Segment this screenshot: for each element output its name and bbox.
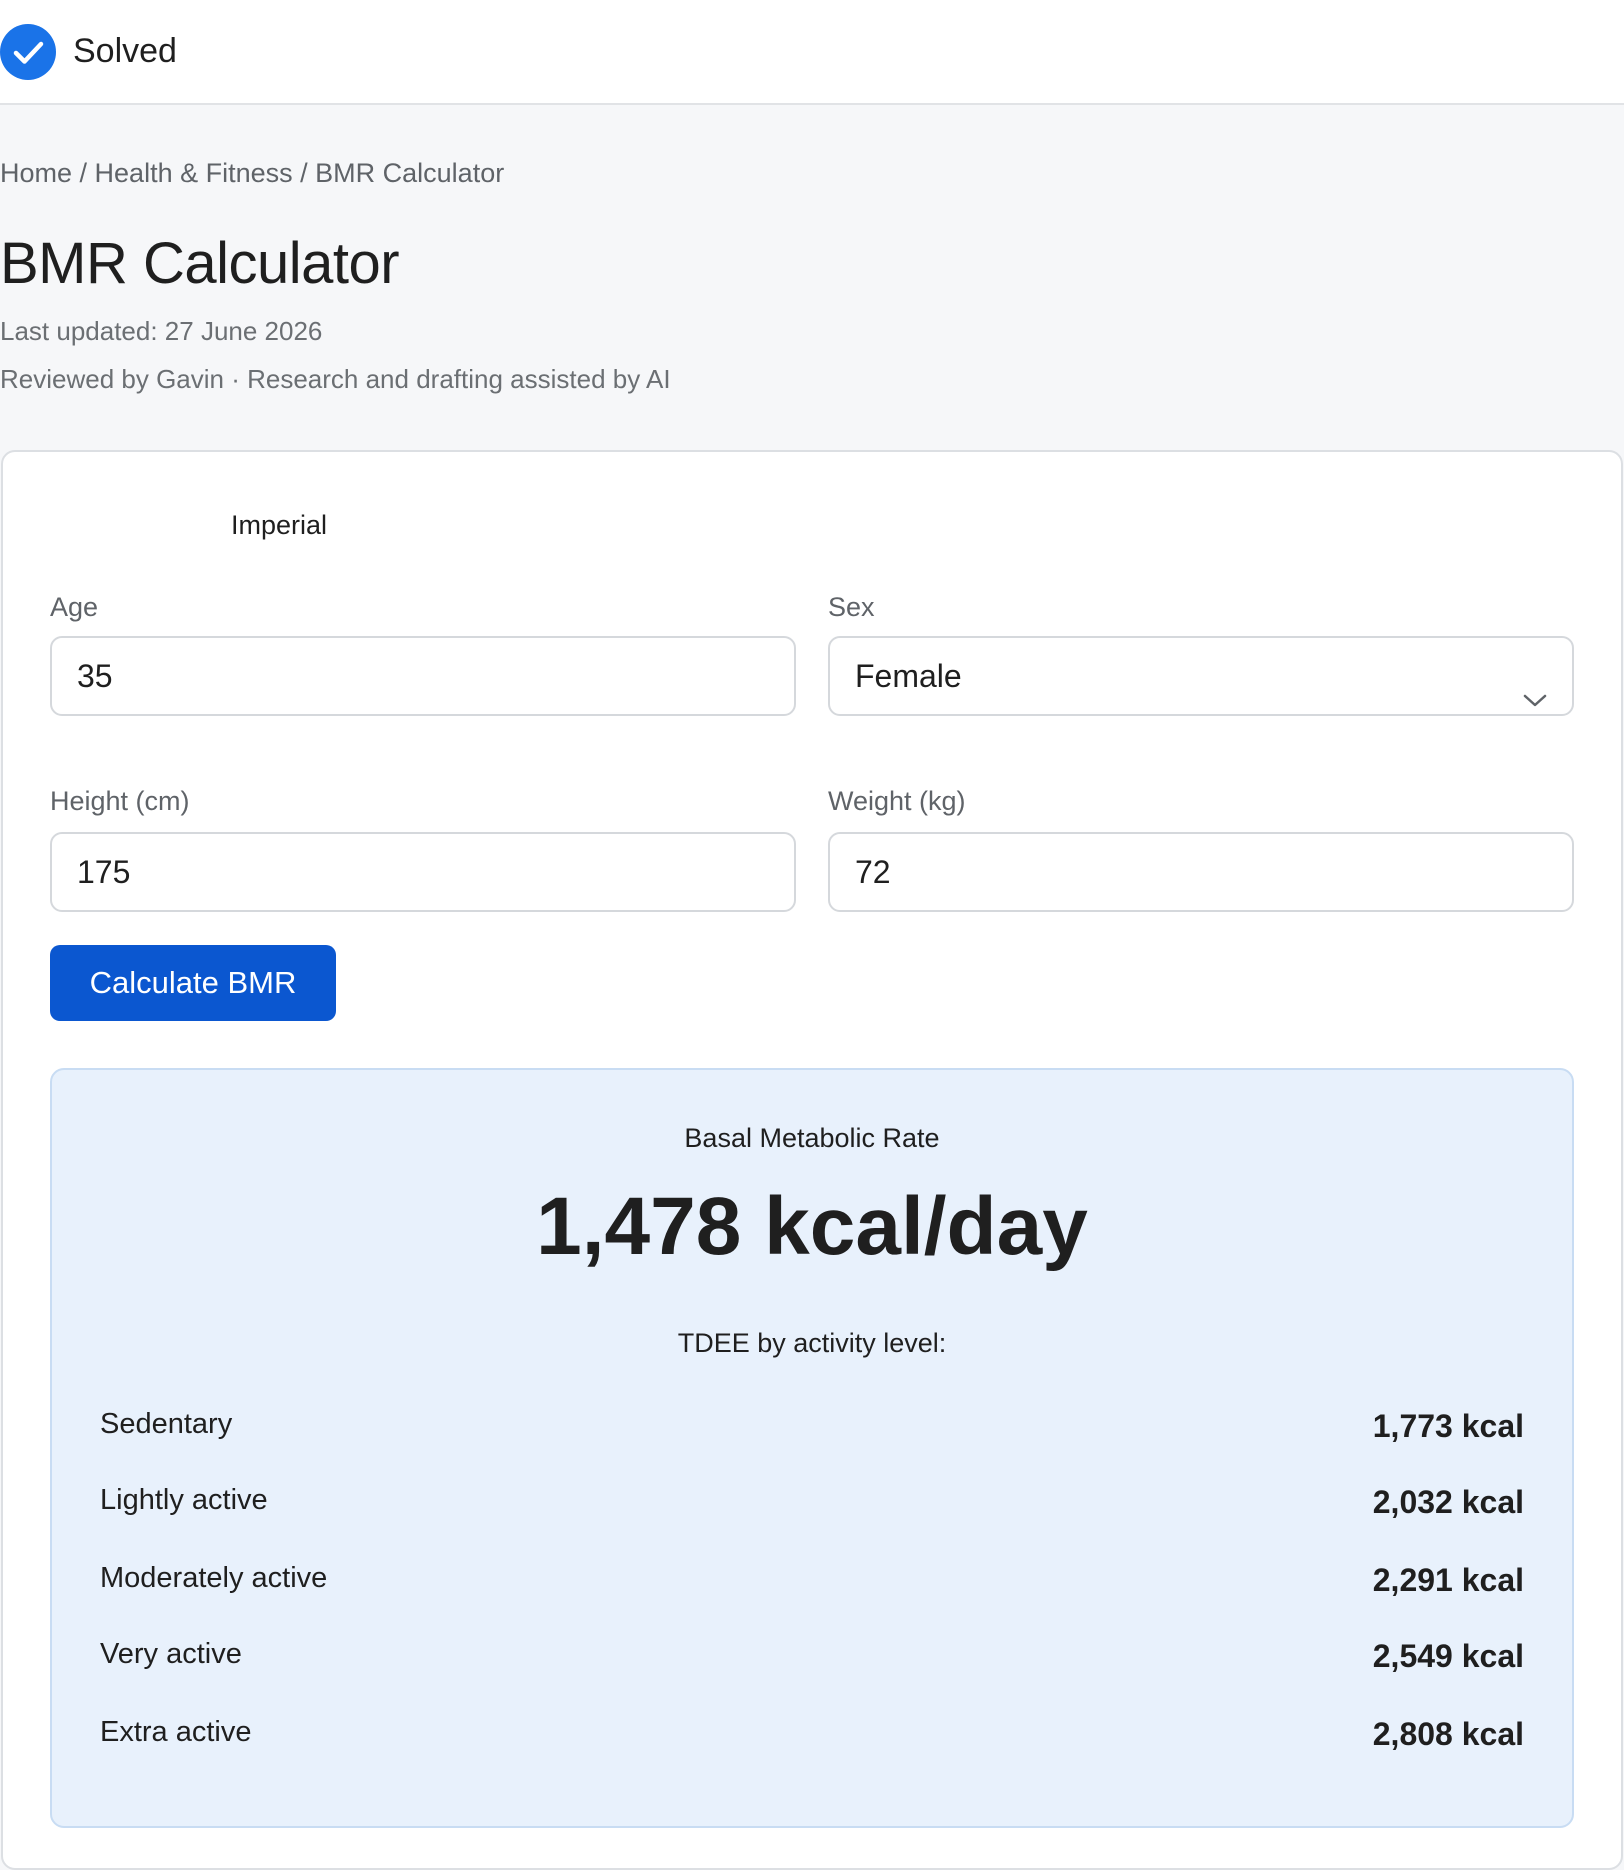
tdee-row: Moderately active 2,291 kcal (100, 1562, 1524, 1602)
height-input[interactable]: 175 (50, 832, 796, 912)
tdee-level-name: Lightly active (100, 1484, 268, 1516)
top-bar: Solved (0, 0, 1624, 105)
breadcrumb-current: BMR Calculator (315, 158, 505, 188)
tdee-row: Lightly active 2,032 kcal (100, 1484, 1524, 1524)
tdee-level-value: 2,549 kcal (1372, 1638, 1524, 1674)
reviewed-by: Reviewed by Gavin · Research and draftin… (0, 364, 671, 394)
tdee-row: Sedentary 1,773 kcal (100, 1408, 1524, 1448)
breadcrumb: Home / Health & Fitness / BMR Calculator (0, 158, 504, 189)
breadcrumb-separator: / (72, 158, 95, 188)
calculate-bmr-button[interactable]: Calculate BMR (50, 945, 336, 1021)
last-updated: Last updated: 27 June 2026 (0, 316, 323, 346)
tdee-level-value: 2,291 kcal (1372, 1562, 1524, 1598)
breadcrumb-health-fitness[interactable]: Health & Fitness (95, 158, 293, 188)
check-circle-icon (0, 24, 56, 80)
unit-toggle-imperial[interactable]: Imperial (231, 510, 327, 541)
height-label: Height (cm) (50, 786, 190, 816)
age-label: Age (50, 592, 99, 622)
bmr-value: 1,478 kcal/day (536, 1181, 1088, 1272)
tdee-level-name: Very active (100, 1638, 242, 1670)
tdee-heading: TDEE by activity level: (677, 1328, 947, 1358)
breadcrumb-home[interactable]: Home (0, 158, 72, 188)
weight-input[interactable]: 72 (828, 832, 1574, 912)
status-label: Solved (73, 32, 177, 70)
tdee-level-value: 1,773 kcal (1372, 1408, 1524, 1444)
age-input[interactable]: 35 (50, 636, 796, 716)
tdee-level-name: Moderately active (100, 1562, 328, 1594)
sex-select-value: Female (855, 658, 962, 694)
tdee-level-value: 2,808 kcal (1372, 1716, 1524, 1752)
page-title: BMR Calculator (0, 231, 400, 296)
tdee-level-value: 2,032 kcal (1372, 1484, 1524, 1520)
tdee-level-name: Extra active (100, 1716, 252, 1748)
chevron-down-icon (1522, 664, 1548, 740)
sex-select[interactable]: Female (828, 636, 1574, 716)
breadcrumb-separator: / (292, 158, 316, 188)
result-label: Basal Metabolic Rate (684, 1123, 940, 1153)
weight-label: Weight (kg) (828, 786, 966, 816)
tdee-row: Very active 2,549 kcal (100, 1638, 1524, 1678)
tdee-level-name: Sedentary (100, 1408, 233, 1440)
sex-label: Sex (828, 592, 875, 622)
tdee-row: Extra active 2,808 kcal (100, 1716, 1524, 1756)
